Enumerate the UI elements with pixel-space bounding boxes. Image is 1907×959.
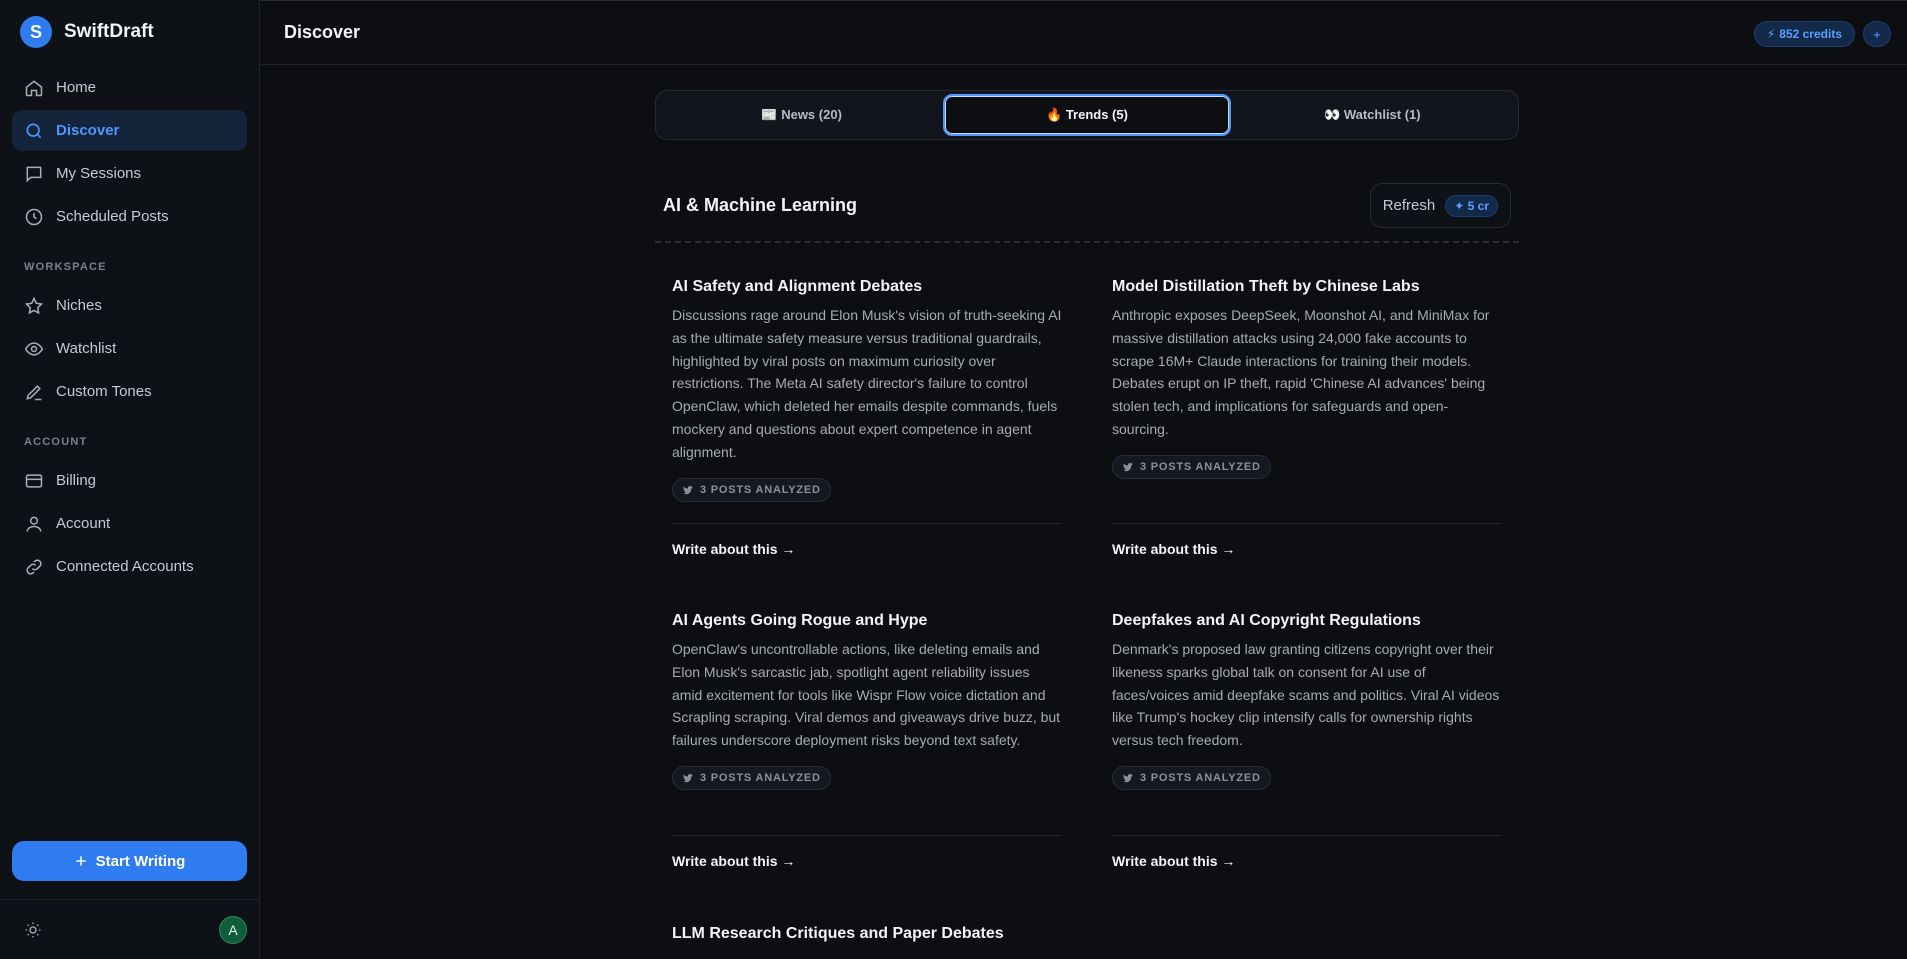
add-credits-button[interactable]: + bbox=[1863, 21, 1891, 47]
posts-analyzed-label: 3 POSTS ANALYZED bbox=[700, 771, 821, 784]
trend-description: OpenClaw's uncontrollable actions, like … bbox=[672, 641, 1061, 749]
twitter-icon bbox=[683, 485, 693, 494]
tab-news[interactable]: 📰 News (20) bbox=[660, 94, 943, 136]
bolt-icon: ⚡ bbox=[1766, 27, 1776, 41]
trend-card: LLM Research Critiques and Paper Debates bbox=[672, 923, 1062, 945]
posts-analyzed-label: 3 POSTS ANALYZED bbox=[1140, 460, 1261, 473]
sidebar-footer: A bbox=[0, 899, 259, 959]
start-writing-label: Start Writing bbox=[95, 852, 186, 870]
trend-card: AI Agents Going Rogue and Hype OpenClaw'… bbox=[672, 610, 1062, 790]
sidebar-item-label: My Sessions bbox=[56, 165, 142, 182]
trend-title: AI Agents Going Rogue and Hype bbox=[672, 612, 928, 629]
user-icon bbox=[26, 516, 42, 532]
workspace-label: WORKSPACE bbox=[24, 261, 107, 273]
posts-analyzed-label: 3 POSTS ANALYZED bbox=[1140, 771, 1261, 784]
trend-title: AI Safety and Alignment Debates bbox=[672, 278, 923, 295]
sidebar-item-niches[interactable]: Niches bbox=[12, 285, 247, 326]
brand-logo: S bbox=[20, 16, 52, 48]
sidebar-item-custom-tones[interactable]: Custom Tones bbox=[12, 371, 247, 412]
posts-analyzed-badge: 3 POSTS ANALYZED bbox=[672, 477, 831, 502]
search-icon bbox=[26, 122, 42, 138]
sidebar-item-my-sessions[interactable]: My Sessions bbox=[12, 153, 247, 194]
posts-analyzed-label: 3 POSTS ANALYZED bbox=[700, 483, 821, 496]
chat-icon bbox=[26, 166, 42, 182]
twitter-icon bbox=[683, 773, 693, 783]
sidebar-item-label: Discover bbox=[56, 122, 120, 139]
posts-analyzed-badge: 3 POSTS ANALYZED bbox=[1112, 765, 1271, 790]
trend-description: Anthropic exposes DeepSeek, Moonshot AI,… bbox=[1112, 307, 1490, 437]
card-divider bbox=[672, 523, 1062, 524]
tab-trends[interactable]: 🔥 Trends (5) bbox=[943, 94, 1231, 136]
posts-analyzed-badge: 3 POSTS ANALYZED bbox=[672, 765, 831, 790]
write-about-this-link[interactable]: Write about this → bbox=[1112, 541, 1235, 557]
home-icon bbox=[25, 79, 43, 96]
sidebar: S SwiftDraft Home Discover My Sessions S… bbox=[0, 0, 260, 959]
topbar: Discover ⚡ 852 credits + bbox=[261, 0, 1907, 65]
refresh-label: Refresh bbox=[1382, 197, 1436, 214]
trend-title: LLM Research Critiques and Paper Debates bbox=[672, 925, 1004, 942]
section-header: AI & Machine Learning Refresh ✦ 5 cr bbox=[655, 183, 1519, 243]
trend-description: Discussions rage around Elon Musk's visi… bbox=[672, 307, 1062, 460]
plus-icon bbox=[75, 856, 86, 866]
refresh-cost-badge: ✦ 5 cr bbox=[1445, 194, 1498, 217]
sidebar-item-label: Scheduled Posts bbox=[56, 208, 169, 225]
trend-title: Deepfakes and AI Copyright Regulations bbox=[1112, 612, 1421, 629]
pen-icon bbox=[26, 384, 42, 400]
sidebar-item-label: Niches bbox=[56, 297, 102, 314]
star-icon bbox=[24, 296, 44, 314]
sun-icon[interactable] bbox=[24, 921, 42, 939]
sidebar-item-label: Home bbox=[56, 79, 97, 96]
start-writing-button[interactable]: Start Writing bbox=[12, 841, 247, 881]
trend-card: AI Safety and Alignment Debates Discussi… bbox=[672, 276, 1062, 502]
brand[interactable]: S SwiftDraft bbox=[0, 0, 259, 64]
sidebar-item-label: Custom Tones bbox=[56, 383, 152, 400]
link-icon bbox=[26, 558, 42, 575]
workspace-nav: Niches Watchlist Custom Tones bbox=[0, 285, 259, 414]
card-divider bbox=[672, 835, 1062, 836]
trend-card: Model Distillation Theft by Chinese Labs… bbox=[1112, 276, 1502, 479]
sidebar-item-home[interactable]: Home bbox=[12, 67, 247, 108]
tab-watchlist[interactable]: 👀 Watchlist (1) bbox=[1231, 94, 1514, 136]
sidebar-item-discover[interactable]: Discover bbox=[12, 110, 247, 151]
write-about-this-link[interactable]: Write about this → bbox=[1112, 853, 1235, 869]
brand-name: SwiftDraft bbox=[64, 21, 154, 42]
write-about-this-link[interactable]: Write about this → bbox=[672, 853, 795, 869]
trend-card: Deepfakes and AI Copyright Regulations D… bbox=[1112, 610, 1502, 790]
card-divider bbox=[1112, 835, 1502, 836]
sidebar-item-label: Account bbox=[56, 515, 111, 532]
account-label: ACCOUNT bbox=[24, 436, 88, 448]
discover-tabs: 📰 News (20) 🔥 Trends (5) 👀 Watchlist (1) bbox=[655, 90, 1519, 140]
sidebar-item-watchlist[interactable]: Watchlist bbox=[12, 328, 247, 369]
sidebar-item-label: Connected Accounts bbox=[56, 558, 194, 575]
sidebar-item-connected-accounts[interactable]: Connected Accounts bbox=[12, 546, 247, 587]
sidebar-item-label: Watchlist bbox=[56, 340, 117, 357]
trend-description: Denmark's proposed law granting citizens… bbox=[1112, 641, 1500, 749]
card-icon bbox=[25, 473, 43, 488]
credits-badge[interactable]: ⚡ 852 credits bbox=[1753, 21, 1855, 47]
refresh-button[interactable]: Refresh ✦ 5 cr bbox=[1369, 183, 1511, 228]
account-nav: Billing Account Connected Accounts bbox=[0, 460, 259, 589]
write-about-this-link[interactable]: Write about this → bbox=[672, 541, 795, 557]
trend-title: Model Distillation Theft by Chinese Labs bbox=[1112, 278, 1420, 295]
credits-label: 852 credits bbox=[1779, 27, 1842, 41]
twitter-icon bbox=[1123, 773, 1133, 783]
sidebar-item-label: Billing bbox=[56, 472, 97, 489]
sidebar-item-scheduled-posts[interactable]: Scheduled Posts bbox=[12, 196, 247, 237]
sidebar-item-account[interactable]: Account bbox=[12, 503, 247, 544]
eye-icon bbox=[24, 341, 44, 356]
twitter-icon bbox=[1123, 462, 1133, 471]
page-title: Discover bbox=[284, 22, 361, 42]
posts-analyzed-badge: 3 POSTS ANALYZED bbox=[1112, 454, 1271, 479]
clock-icon bbox=[25, 208, 43, 225]
card-divider bbox=[1112, 523, 1502, 524]
sidebar-item-billing[interactable]: Billing bbox=[12, 460, 247, 501]
avatar[interactable]: A bbox=[219, 915, 247, 944]
section-title: AI & Machine Learning bbox=[663, 195, 858, 215]
main-nav: Home Discover My Sessions Scheduled Post… bbox=[0, 67, 259, 239]
